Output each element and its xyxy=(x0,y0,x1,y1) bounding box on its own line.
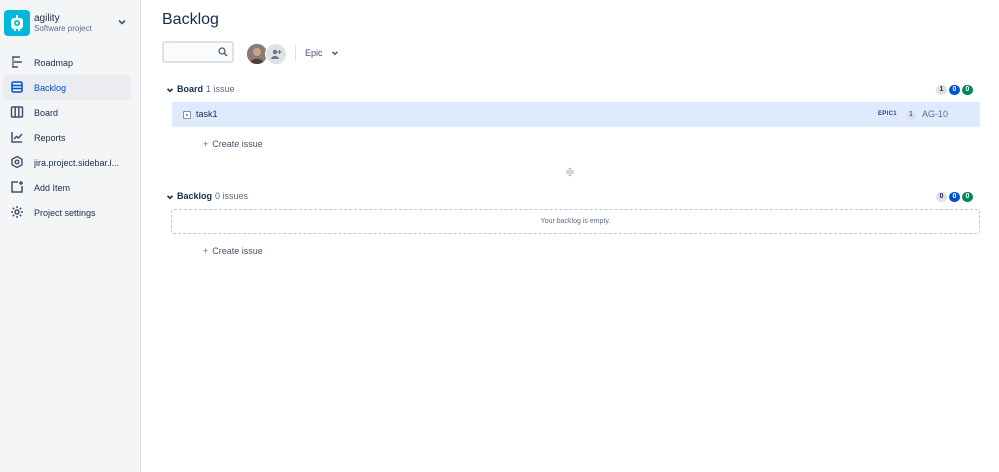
search-box[interactable] xyxy=(162,41,234,63)
search-icon xyxy=(218,47,228,57)
backlog-icon xyxy=(11,81,23,93)
add-item-icon xyxy=(11,181,23,193)
plus-icon: + xyxy=(203,139,209,149)
sprint-header[interactable]: Board 1 issue xyxy=(166,83,286,97)
toolbar-divider xyxy=(295,45,296,61)
backlog-status-badges: 0 0 0 xyxy=(936,192,973,202)
issue-summary: task1 xyxy=(196,109,218,119)
sidebar-item-add-item[interactable]: Add Item xyxy=(3,175,131,200)
issue-row[interactable]: task1 EPIC1 1 AG-10 xyxy=(172,102,980,127)
project-name: agility xyxy=(34,13,60,24)
project-type: Software project xyxy=(34,24,92,33)
search-input[interactable] xyxy=(167,44,221,62)
status-badge-done: 0 xyxy=(962,85,973,95)
sidebar-item-label: Roadmap xyxy=(34,57,74,68)
sidebar-item-label: Project settings xyxy=(34,207,96,218)
chevron-down-icon[interactable] xyxy=(116,16,128,28)
component-icon xyxy=(11,155,23,169)
status-badge-done: 0 xyxy=(962,192,973,202)
backlog-header[interactable]: Backlog 0 issues xyxy=(166,190,286,204)
sidebar-item-component[interactable]: jira.project.sidebar.l... xyxy=(3,150,131,175)
issue-key[interactable]: AG-10 xyxy=(922,109,948,119)
project-header[interactable]: agility Software project xyxy=(4,10,134,36)
gear-icon xyxy=(11,206,23,218)
sidebar-item-label: jira.project.sidebar.l... xyxy=(34,157,120,168)
epic-filter[interactable]: Epic xyxy=(305,48,323,58)
create-issue-button[interactable]: + Create issue xyxy=(203,246,263,256)
chevron-down-icon[interactable] xyxy=(166,86,174,94)
sidebar-item-project-settings[interactable]: Project settings xyxy=(3,200,131,225)
status-badge-todo: 1 xyxy=(936,85,947,95)
epic-lozenge[interactable]: EPIC1 xyxy=(878,111,897,117)
status-badge-todo: 0 xyxy=(936,192,947,202)
sidebar-item-label: Reports xyxy=(34,132,66,143)
task-type-icon xyxy=(183,111,191,119)
backlog-name: Backlog xyxy=(177,191,213,201)
roadmap-icon xyxy=(12,56,22,68)
create-issue-label: Create issue xyxy=(212,139,263,149)
sprint-name: Board xyxy=(177,84,204,94)
page-title: Backlog xyxy=(162,11,219,28)
add-people-icon[interactable] xyxy=(265,43,287,65)
sidebar-item-backlog[interactable]: Backlog xyxy=(3,75,131,100)
create-issue-button[interactable]: + Create issue xyxy=(203,139,263,149)
sidebar-item-roadmap[interactable]: Roadmap xyxy=(3,50,131,75)
chevron-down-icon[interactable] xyxy=(331,49,339,57)
sidebar: agility Software project Roadmap Backlog xyxy=(0,0,141,472)
create-issue-label: Create issue xyxy=(212,246,263,256)
sprint-issue-count: 1 issue xyxy=(206,84,235,94)
sidebar-item-label: Board xyxy=(34,107,59,118)
sidebar-item-label: Backlog xyxy=(34,82,67,93)
plus-icon: + xyxy=(203,246,209,256)
sidebar-item-board[interactable]: Board xyxy=(3,100,131,125)
empty-backlog-placeholder: Your backlog is empty. xyxy=(171,209,980,234)
sprint-status-badges: 1 0 0 xyxy=(936,85,973,95)
reports-icon xyxy=(11,132,23,143)
status-badge-in-progress: 0 xyxy=(949,192,960,202)
sidebar-item-label: Add Item xyxy=(34,182,71,193)
status-badge-in-progress: 0 xyxy=(949,85,960,95)
board-icon xyxy=(10,106,24,118)
backlog-issue-count: 0 issues xyxy=(215,191,249,201)
story-points-badge: 1 xyxy=(906,110,916,120)
sidebar-item-reports[interactable]: Reports xyxy=(3,125,131,150)
robot-icon xyxy=(4,10,30,36)
sidebar-nav: Roadmap Backlog Board Reports jira.proje… xyxy=(3,50,131,225)
drag-handle-icon[interactable] xyxy=(565,167,575,177)
chevron-down-icon[interactable] xyxy=(166,193,174,201)
